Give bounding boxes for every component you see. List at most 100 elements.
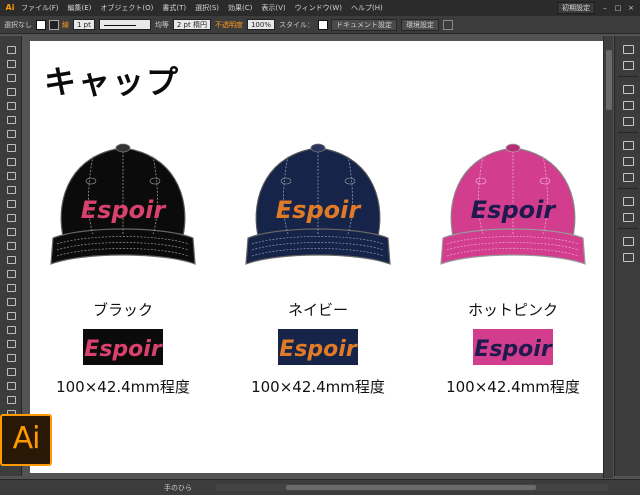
- app-logo: Ai: [5, 3, 15, 12]
- size-label-navy: 100×42.4mm程度: [251, 378, 385, 396]
- cap-logo-text: Espoir: [471, 196, 558, 224]
- blend-tool-icon[interactable]: [5, 338, 17, 348]
- logo-swatch-hot-pink[interactable]: Espoir: [473, 329, 553, 365]
- maximize-button[interactable]: □: [614, 4, 622, 12]
- menu-window[interactable]: ウィンドウ(W): [295, 3, 342, 13]
- document-setup-button[interactable]: ドキュメント設定: [330, 18, 397, 31]
- selection-tool-icon[interactable]: [5, 44, 17, 54]
- appearance-panel-icon[interactable]: [622, 196, 634, 206]
- fill-swatch[interactable]: [36, 19, 46, 30]
- gradient-tool-icon[interactable]: [5, 310, 17, 320]
- artboard-tool-icon[interactable]: [5, 380, 17, 390]
- preferences-button[interactable]: 環境設定: [400, 18, 439, 31]
- logo-swatch-navy[interactable]: Espoir: [278, 329, 358, 365]
- pencil-tool-icon[interactable]: [5, 170, 17, 180]
- stroke-swatch[interactable]: [49, 19, 59, 30]
- stroke-profile-label: 均等: [154, 20, 169, 29]
- pen-tool-icon[interactable]: [5, 100, 17, 110]
- rectangle-tool-icon[interactable]: [5, 142, 17, 152]
- paintbrush-tool-icon[interactable]: [5, 156, 17, 166]
- free-transform-tool-icon[interactable]: [5, 254, 17, 264]
- menubar: Ai ファイル(F) 編集(E) オブジェクト(O) 書式(T) 選択(S) 効…: [0, 0, 640, 16]
- cap-illustration: Espoir: [50, 143, 196, 265]
- graphic-styles-panel-icon[interactable]: [622, 212, 634, 222]
- logo-swatch-text: Espoir: [279, 337, 358, 362]
- graph-tool-icon[interactable]: [5, 366, 17, 376]
- cap-logo-text: Espoir: [81, 196, 168, 224]
- menu-view[interactable]: 表示(V): [261, 3, 285, 13]
- tools-panel: [0, 36, 22, 476]
- minimize-button[interactable]: –: [601, 4, 609, 12]
- artboard[interactable]: キャップ Espoir Espoir Espoir ブラック ネイビー ホットピ…: [30, 41, 606, 473]
- swatches-panel-icon[interactable]: [622, 84, 634, 94]
- color-label-navy: ネイビー: [287, 301, 348, 319]
- size-label-black: 100×42.4mm程度: [56, 378, 190, 396]
- shape-builder-tool-icon[interactable]: [5, 268, 17, 278]
- menu-file[interactable]: ファイル(F): [21, 3, 59, 13]
- eyedropper-tool-icon[interactable]: [5, 324, 17, 334]
- horizontal-scrollbar[interactable]: [216, 484, 608, 491]
- logo-swatch-text: Espoir: [84, 337, 163, 362]
- workspace-switcher[interactable]: 初期設定: [557, 2, 595, 14]
- current-tool-status[interactable]: 手のひら: [150, 483, 206, 493]
- rotate-tool-icon[interactable]: [5, 212, 17, 222]
- cap-logo-text: Espoir: [276, 196, 363, 224]
- magic-wand-tool-icon[interactable]: [5, 72, 17, 82]
- stroke-weight-field[interactable]: 1 pt: [73, 19, 95, 30]
- color-guide-panel-icon[interactable]: [622, 60, 634, 70]
- color-panel-icon[interactable]: [622, 44, 634, 54]
- blob-brush-tool-icon[interactable]: [5, 184, 17, 194]
- opacity-label[interactable]: 不透明度: [215, 20, 243, 30]
- symbol-sprayer-tool-icon[interactable]: [5, 352, 17, 362]
- width-tool-icon[interactable]: [5, 240, 17, 250]
- cap-hot-pink[interactable]: Espoir: [433, 126, 593, 276]
- cap-illustration: Espoir: [440, 143, 586, 265]
- brushes-panel-icon[interactable]: [622, 100, 634, 110]
- slice-tool-icon[interactable]: [5, 394, 17, 404]
- menu-type[interactable]: 書式(T): [162, 3, 186, 13]
- direct-selection-tool-icon[interactable]: [5, 58, 17, 68]
- menu-effect[interactable]: 効果(C): [228, 3, 252, 13]
- menu-select[interactable]: 選択(S): [195, 3, 219, 13]
- stroke-label[interactable]: 線: [62, 20, 69, 30]
- cap-black[interactable]: Espoir: [43, 126, 203, 276]
- stroke-profile-dropdown[interactable]: [98, 19, 151, 30]
- lasso-tool-icon[interactable]: [5, 86, 17, 96]
- symbols-panel-icon[interactable]: [622, 116, 634, 126]
- vertical-scroll-thumb[interactable]: [606, 50, 612, 110]
- menu-edit[interactable]: 編集(E): [68, 3, 92, 13]
- artboards-panel-icon[interactable]: [622, 252, 634, 262]
- style-label: スタイル：: [278, 20, 314, 29]
- horizontal-scroll-thumb[interactable]: [286, 485, 536, 490]
- size-label-hot-pink: 100×42.4mm程度: [446, 378, 580, 396]
- logo-swatch-black[interactable]: Espoir: [83, 329, 163, 365]
- perspective-grid-tool-icon[interactable]: [5, 282, 17, 292]
- menu-help[interactable]: ヘルプ(H): [351, 3, 383, 13]
- line-tool-icon[interactable]: [5, 128, 17, 138]
- illustrator-window: Ai ファイル(F) 編集(E) オブジェクト(O) 書式(T) 選択(S) 効…: [0, 0, 640, 495]
- transparency-panel-icon[interactable]: [622, 172, 634, 182]
- cap-navy[interactable]: Espoir: [238, 126, 398, 276]
- cap-illustration: Espoir: [245, 143, 391, 265]
- brush-dropdown[interactable]: 2 pt 楕円: [172, 19, 211, 30]
- menu-object[interactable]: オブジェクト(O): [100, 3, 153, 13]
- style-swatch[interactable]: [317, 19, 328, 30]
- scale-tool-icon[interactable]: [5, 226, 17, 236]
- layers-panel-icon[interactable]: [622, 236, 634, 246]
- selection-status: 選択なし: [4, 20, 32, 29]
- mesh-tool-icon[interactable]: [5, 296, 17, 306]
- opacity-field[interactable]: 100%: [246, 19, 275, 30]
- close-button[interactable]: ×: [627, 4, 635, 12]
- canvas-area[interactable]: キャップ Espoir Espoir Espoir ブラック ネイビー ホットピ…: [23, 36, 613, 478]
- gradient-panel-icon[interactable]: [622, 156, 634, 166]
- logo-swatch-text: Espoir: [474, 337, 553, 362]
- control-bar: 選択なし 線 1 pt 均等 2 pt 楕円 不透明度 100% スタイル： ド…: [0, 16, 640, 34]
- arrange-icon[interactable]: [442, 19, 453, 30]
- eraser-tool-icon[interactable]: [5, 198, 17, 208]
- type-tool-icon[interactable]: [5, 114, 17, 124]
- page-title: キャップ: [44, 63, 181, 101]
- illustrator-logo-badge: Ai: [0, 414, 52, 466]
- vertical-scrollbar[interactable]: [603, 36, 613, 478]
- color-label-hot-pink: ホットピンク: [467, 301, 558, 319]
- stroke-panel-icon[interactable]: [622, 140, 634, 150]
